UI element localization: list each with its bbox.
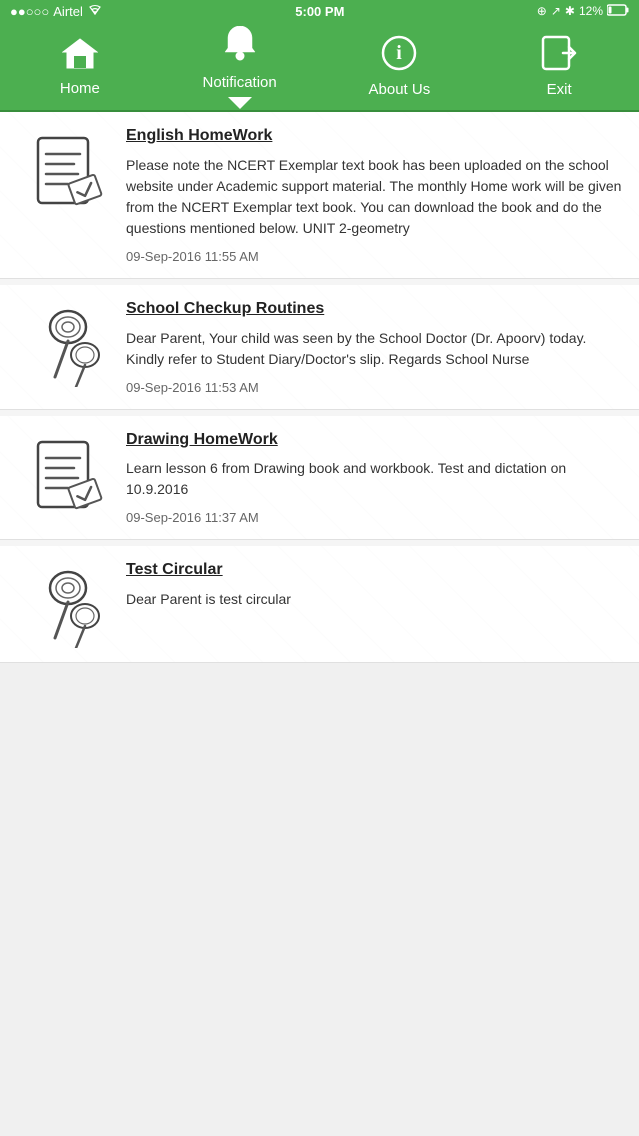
notification-text-drawing: Learn lesson 6 from Drawing book and wor… (126, 458, 627, 500)
notification-item-english[interactable]: English HomeWork Please note the NCERT E… (0, 112, 639, 279)
notification-date-checkup: 09-Sep-2016 11:53 AM (126, 380, 627, 395)
status-time: 5:00 PM (295, 4, 344, 19)
notification-item-circular[interactable]: Test Circular Dear Parent is test circul… (0, 546, 639, 663)
notification-text-circular: Dear Parent is test circular (126, 589, 627, 610)
signal-dots: ●●○○○ (10, 4, 49, 19)
notification-icon (223, 26, 257, 70)
notification-date-drawing: 09-Sep-2016 11:37 AM (126, 510, 627, 525)
nav-home-label: Home (60, 80, 100, 97)
notification-item-drawing[interactable]: Drawing HomeWork Learn lesson 6 from Dra… (0, 416, 639, 541)
battery-percent: 12% (579, 4, 603, 18)
notification-body-english: English HomeWork Please note the NCERT E… (122, 126, 627, 264)
nav-about[interactable]: i About Us (320, 27, 480, 106)
active-indicator (228, 97, 252, 109)
notification-icon-circular (12, 560, 122, 648)
notification-icon-drawing (12, 430, 122, 518)
notification-title-english: English HomeWork (126, 126, 627, 147)
nav-notification-label: Notification (203, 74, 277, 91)
lock-icon: ⊕ (537, 4, 547, 18)
notification-item-checkup[interactable]: School Checkup Routines Dear Parent, You… (0, 285, 639, 410)
wifi-icon (87, 4, 103, 19)
battery-icon (607, 4, 629, 19)
nav-exit[interactable]: Exit (479, 27, 639, 106)
notification-title-circular: Test Circular (126, 560, 627, 581)
notification-title-checkup: School Checkup Routines (126, 299, 627, 320)
status-bar-right: ⊕ ↗ ✱ 12% (537, 4, 629, 19)
nav-home[interactable]: Home (0, 28, 160, 105)
nav-bar: Home Notification i About Us Exit (0, 22, 639, 112)
notification-body-drawing: Drawing HomeWork Learn lesson 6 from Dra… (122, 430, 627, 526)
nav-exit-label: Exit (547, 81, 572, 98)
home-icon (62, 36, 98, 76)
nav-about-label: About Us (369, 81, 431, 98)
notification-icon-checkup (12, 299, 122, 387)
exit-icon (541, 35, 577, 77)
notification-date-english: 09-Sep-2016 11:55 AM (126, 249, 627, 264)
nav-notification[interactable]: Notification (160, 18, 320, 115)
notification-title-drawing: Drawing HomeWork (126, 430, 627, 451)
carrier-name: Airtel (53, 4, 83, 19)
status-bar: ●●○○○ Airtel 5:00 PM ⊕ ↗ ✱ 12% (0, 0, 639, 22)
gps-icon: ↗ (551, 4, 561, 18)
notification-icon-english (12, 126, 122, 214)
notification-body-circular: Test Circular Dear Parent is test circul… (122, 560, 627, 620)
svg-text:i: i (397, 42, 403, 64)
status-bar-left: ●●○○○ Airtel (10, 4, 103, 19)
notification-list: English HomeWork Please note the NCERT E… (0, 112, 639, 663)
notification-text-english: Please note the NCERT Exemplar text book… (126, 155, 627, 239)
notification-text-checkup: Dear Parent, Your child was seen by the … (126, 328, 627, 370)
bluetooth-icon: ✱ (565, 4, 575, 18)
notification-body-checkup: School Checkup Routines Dear Parent, You… (122, 299, 627, 395)
about-icon: i (381, 35, 417, 77)
